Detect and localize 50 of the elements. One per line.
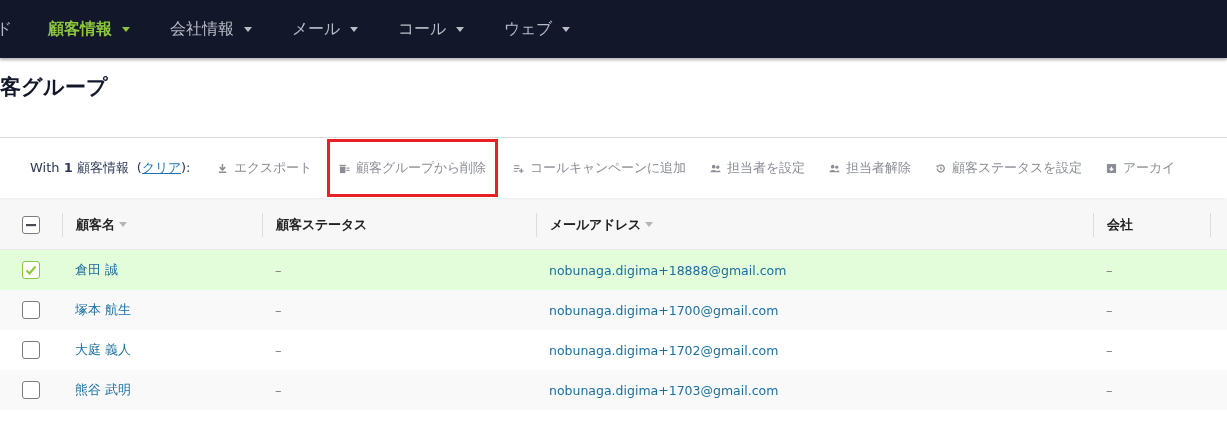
toolbar-action[interactable]: 顧客グループから削除 [327, 139, 499, 197]
row-checkbox[interactable] [22, 381, 40, 399]
company-cell: – [1106, 382, 1113, 398]
download-icon [217, 162, 229, 174]
select-all-checkbox[interactable] [22, 215, 40, 234]
toolbar-action[interactable]: アーカイ [1097, 139, 1185, 197]
status-cell: – [275, 382, 282, 398]
trash-icon [339, 162, 351, 174]
people-icon [710, 162, 722, 174]
toolbar-action[interactable]: 担当者解除 [820, 139, 921, 197]
clear-selection-text: (クリア): [136, 159, 191, 177]
row-checkbox[interactable] [22, 341, 40, 359]
company-cell: – [1106, 302, 1113, 318]
toolbar-action[interactable]: エクスポート [208, 139, 322, 197]
customer-name[interactable]: 倉田 誠 [75, 262, 119, 277]
toolbar-action[interactable]: 顧客ステータスを設定 [926, 139, 1092, 197]
check-icon [25, 264, 37, 276]
clear-link[interactable]: クリア [141, 160, 181, 175]
archive-icon [1106, 162, 1118, 174]
row-checkbox[interactable] [22, 301, 40, 319]
status-cell: – [275, 262, 282, 278]
email-link[interactable]: nobunaga.digima+18888@gmail.com [549, 262, 787, 278]
customer-name[interactable]: 大庭 義人 [75, 342, 132, 357]
row-checkbox[interactable] [22, 261, 40, 279]
selection-count: With 1 顧客情報 [30, 159, 129, 177]
customer-name[interactable]: 塚本 航生 [75, 302, 132, 317]
column-header[interactable]: 顧客名 [62, 212, 262, 237]
nav-menu-item[interactable]: メール [292, 18, 358, 40]
nav-menu-item[interactable]: ウェブ [504, 18, 570, 40]
customer-name[interactable]: 熊谷 武明 [75, 382, 132, 397]
nav-menu-item[interactable]: 会社情報 [170, 18, 252, 40]
nav-menu-item[interactable]: ド [0, 18, 12, 40]
status-cell: – [275, 342, 282, 358]
page-title: 客グループ [0, 74, 109, 101]
people-icon [829, 162, 841, 174]
email-link[interactable]: nobunaga.digima+1700@gmail.com [549, 302, 779, 318]
nav-menu-item[interactable]: コール [398, 18, 464, 40]
column-header: 顧客ステータス [262, 212, 536, 237]
company-cell: – [1106, 342, 1113, 358]
history-icon [935, 162, 947, 174]
toolbar-action[interactable]: コールキャンペーンに追加 [504, 139, 696, 197]
column-header: 会社 [1093, 212, 1210, 237]
company-cell: – [1106, 262, 1113, 278]
list-plus-icon [513, 162, 525, 174]
nav-menu-item[interactable]: 顧客情報 [48, 18, 130, 40]
toolbar-action[interactable]: 担当者を設定 [701, 139, 815, 197]
column-header[interactable]: メールアドレス [536, 212, 1093, 237]
status-cell: – [275, 302, 282, 318]
email-link[interactable]: nobunaga.digima+1702@gmail.com [549, 342, 779, 358]
email-link[interactable]: nobunaga.digima+1703@gmail.com [549, 382, 779, 398]
